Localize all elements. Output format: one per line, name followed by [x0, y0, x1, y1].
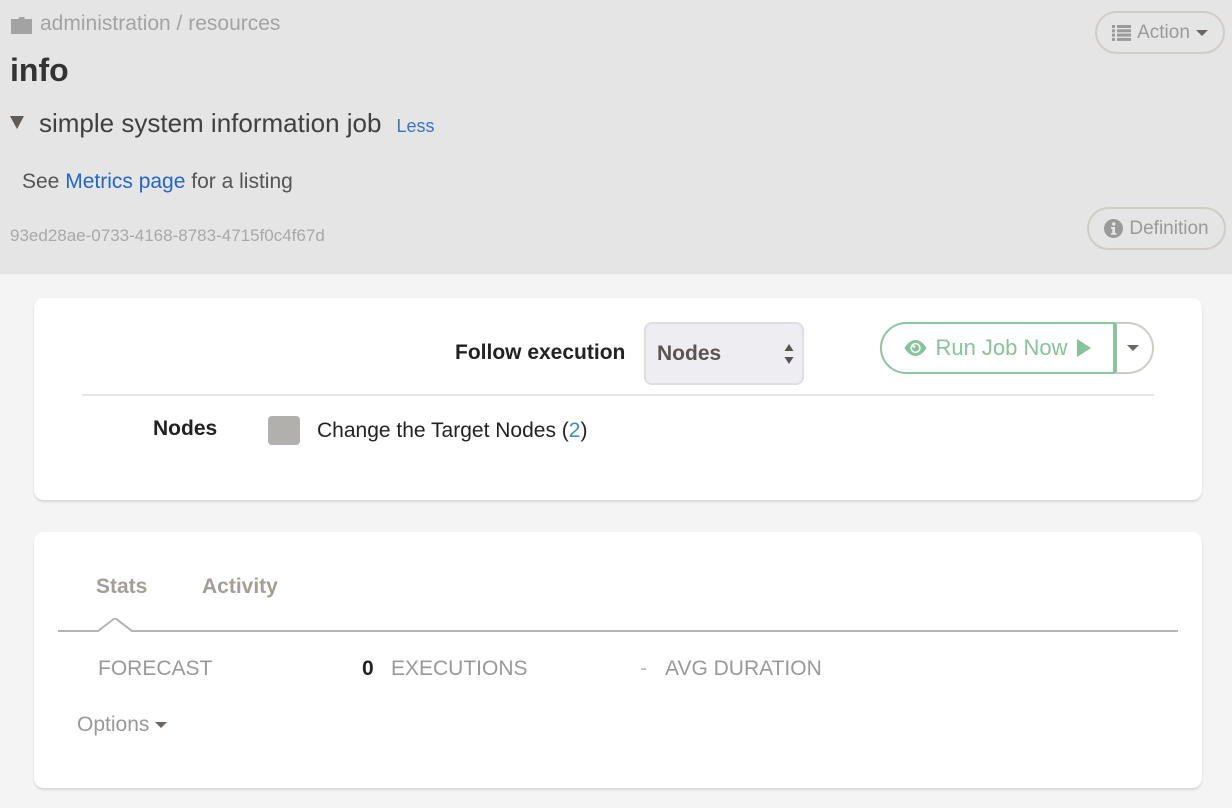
avg-duration-label: AVG DURATION — [665, 657, 822, 680]
nodes-label: Nodes — [153, 417, 218, 440]
stats-panel: Stats Activity FORECAST 0 EXECUTIONS - A… — [34, 532, 1202, 788]
metrics-note: See Metrics page for a listing — [22, 170, 293, 194]
run-options-dropdown[interactable] — [1115, 322, 1154, 374]
eye-icon — [904, 340, 927, 356]
target-node-count: 2 — [568, 419, 581, 442]
change-target-nodes-checkbox[interactable] — [268, 416, 300, 445]
play-icon — [1076, 339, 1091, 357]
divider — [82, 394, 1154, 396]
breadcrumb-text[interactable]: administration / resources — [40, 12, 280, 36]
definition-button-label: Definition — [1129, 217, 1209, 239]
definition-button[interactable]: Definition — [1087, 207, 1226, 250]
run-job-now-label: Run Job Now — [935, 335, 1068, 360]
avg-duration-value: - — [640, 657, 647, 680]
metrics-prefix: See — [22, 170, 66, 193]
action-button[interactable]: Action — [1095, 11, 1225, 54]
chevron-down-icon — [1126, 345, 1139, 351]
chevron-down-icon — [155, 722, 168, 728]
tab-activity[interactable]: Activity — [202, 575, 278, 599]
change-target-nodes-label[interactable]: Change the Target Nodes (2) — [317, 419, 587, 443]
less-link[interactable]: Less — [396, 116, 434, 137]
run-job-panel: Follow execution Nodes Run Job Now Nodes — [34, 298, 1202, 500]
job-description: simple system information job — [39, 108, 382, 138]
metrics-page-link[interactable]: Metrics page — [65, 170, 185, 193]
job-description-row: simple system information job Less — [10, 108, 435, 139]
forecast-label: FORECAST — [98, 657, 213, 680]
change-nodes-prefix: Change the Target Nodes ( — [317, 419, 569, 442]
executions-label: EXECUTIONS — [391, 657, 528, 680]
tab-stats[interactable]: Stats — [96, 575, 147, 599]
tab-underline-indicator — [58, 618, 1178, 632]
run-job-button-group: Run Job Now — [880, 322, 1154, 374]
list-icon — [1112, 24, 1132, 41]
metrics-suffix: for a listing — [185, 170, 293, 193]
follow-execution-select[interactable]: Nodes — [644, 322, 804, 385]
executions-count: 0 — [362, 657, 374, 680]
follow-execution-label: Follow execution — [455, 341, 626, 364]
change-nodes-suffix: ) — [580, 419, 588, 442]
job-header: administration / resources info simple s… — [0, 0, 1232, 274]
run-job-now-button[interactable]: Run Job Now — [880, 322, 1115, 374]
action-button-label: Action — [1137, 21, 1190, 43]
collapse-toggle-icon[interactable] — [10, 116, 24, 129]
info-circle-icon — [1104, 219, 1124, 238]
breadcrumb[interactable]: administration / resources — [10, 12, 280, 36]
select-arrows-icon — [784, 344, 794, 364]
options-label: Options — [77, 713, 150, 736]
folder-icon — [11, 16, 32, 34]
page-title: info — [10, 52, 69, 88]
chevron-down-icon — [1195, 29, 1208, 36]
job-uuid: 93ed28ae-0733-4168-8783-4715f0c4f67d — [10, 226, 325, 245]
follow-execution-value: Nodes — [657, 341, 722, 365]
options-dropdown[interactable]: Options — [77, 713, 168, 737]
